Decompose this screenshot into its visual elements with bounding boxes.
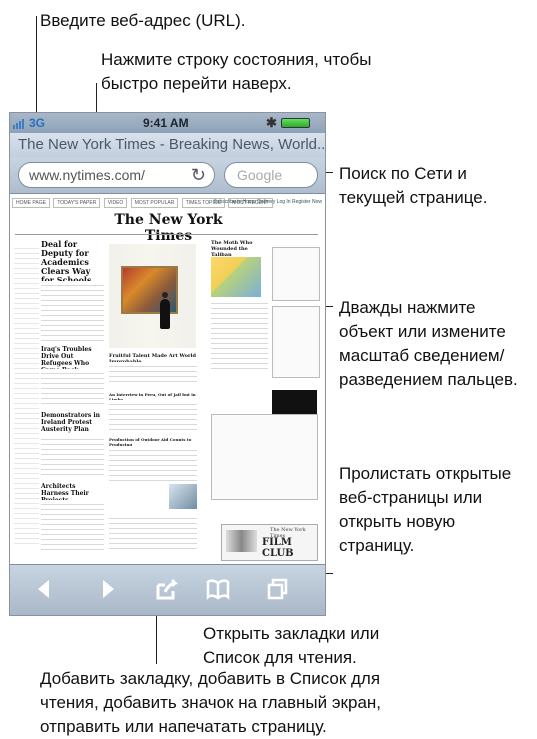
zoom-callout: Дважды нажмите объект или измените масшт… [339,298,518,389]
signal-text: 3G [29,116,46,130]
photo-caption-text [109,362,197,386]
status-bar[interactable]: 3G 9:41 AM ✱ [10,113,325,133]
side-story-2-text [109,446,197,481]
website-page[interactable]: HOME PAGE TODAY'S PAPER VIDEO MOST POPUL… [10,194,325,564]
share-icon [156,578,179,600]
newspaper-small-text: The New York Times [270,527,306,539]
share-button[interactable] [155,578,179,602]
pages-button[interactable] [266,578,290,602]
reload-icon[interactable]: ↻ [191,163,206,187]
side-story-1-text [109,400,197,430]
search-placeholder: Google [237,167,283,183]
film-strip-image [226,530,257,552]
more-news-list [109,514,197,549]
status-callout: Нажмите строку состояния, чтобы быстро п… [101,50,372,93]
story-2-text [41,369,104,405]
back-button[interactable] [32,578,56,602]
story-4-text [41,500,104,550]
right-column-image[interactable] [211,257,261,297]
film-club-ad[interactable]: FILM CLUB The New York Times [221,524,318,561]
small-photo[interactable] [169,484,197,509]
market-box[interactable] [211,414,318,500]
url-field[interactable]: www.nytimes.com/ ↻ [18,162,215,188]
story-3-headline[interactable]: Demonstrators in Ireland Protest Austeri… [41,412,104,433]
story-3-text [41,435,104,475]
site-link-home[interactable]: HOME PAGE [12,198,50,208]
url-value: www.nytimes.com/ [29,167,145,183]
right-column-headline[interactable]: The Moth Who Wounded the Taliban [211,240,267,258]
pages-icon [267,578,288,600]
section-list [14,244,39,544]
site-account-links[interactable]: Subscribe to Home Delivery Log In Regist… [213,199,322,205]
site-link-video[interactable]: VIDEO [103,198,128,208]
film-club-text: FILM CLUB [262,537,294,559]
forward-arrow-icon [103,580,114,598]
time-text: 9:41 AM [143,116,189,130]
url-callout: Введите веб-адрес (URL). [40,11,246,30]
pages-callout: Пролистать открытые веб-страницы или отк… [339,464,512,555]
login-box[interactable] [272,247,320,301]
bookmarks-callout: Открыть закладки или Список для чтения. [203,624,380,667]
forward-button[interactable] [96,578,120,602]
back-arrow-icon [38,580,49,598]
masthead-rule [15,234,318,235]
signal-icon [13,118,25,129]
right-column-text [211,299,268,369]
most-popular-box[interactable] [272,306,320,378]
bottom-toolbar [10,564,325,615]
page-title: The New York Times - Breaking News, Worl… [10,133,325,157]
safari-address-toolbar: www.nytimes.com/ ↻ Google [10,157,325,194]
iphone-safari-window: 3G 9:41 AM ✱ The New York Times - Breaki… [9,112,326,616]
share-callout: Добавить закладку, добавить в Список для… [40,669,382,736]
bookmarks-icon [206,579,230,601]
main-story-text [41,281,104,341]
search-callout: Поиск по Сети и текущей странице. [339,164,488,207]
search-field[interactable]: Google [224,162,318,188]
site-link-popular[interactable]: MOST POPULAR [130,198,179,208]
bookmarks-button[interactable] [206,578,230,602]
person-image [160,292,170,329]
bluetooth-icon: ✱ [266,115,277,130]
battery-icon [281,118,310,128]
site-link-paper[interactable]: TODAY'S PAPER [53,198,101,208]
